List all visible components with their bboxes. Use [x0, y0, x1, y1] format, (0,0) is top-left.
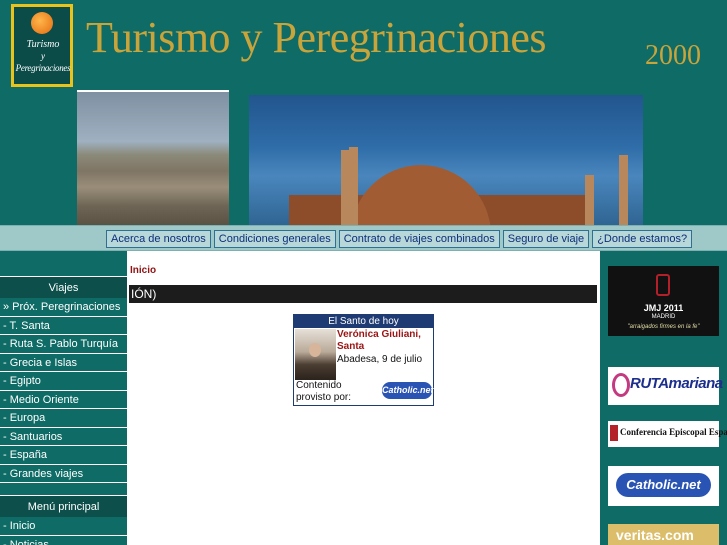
left-sidebar: Viajes » Próx. Peregrinaciones - T. Sant…	[0, 251, 127, 545]
santo-portrait	[295, 329, 336, 380]
logo-line-2: y	[41, 51, 45, 61]
jmj-title: JMJ 2011	[643, 303, 684, 313]
site-title: Turismo y Peregrinaciones	[86, 13, 547, 62]
nav-acerca-de-nosotros[interactable]: Acerca de nosotros	[106, 230, 211, 248]
mosque-dome	[351, 165, 491, 225]
logo-line-1: Turismo	[26, 39, 60, 50]
banner-photo-landscape	[77, 90, 229, 225]
conferencia-episcopal-banner[interactable]: Conferencia Episcopal Española	[608, 421, 727, 447]
sidebar-item-t-santa[interactable]: - T. Santa	[0, 317, 127, 335]
cee-text: Conferencia Episcopal Española	[620, 427, 727, 437]
sun-icon	[31, 12, 53, 34]
sidebar-item-noticias[interactable]: - Noticias	[0, 536, 127, 545]
minaret	[349, 147, 358, 225]
santo-subtitle: Abadesa, 9 de julio	[337, 354, 423, 365]
sidebar-item-santuarios[interactable]: - Santuarios	[0, 428, 127, 446]
site-header: Turismo y Peregrinaciones Turismo y Pere…	[0, 0, 727, 90]
nav-seguro-de-viaje[interactable]: Seguro de viaje	[502, 230, 590, 248]
site-logo[interactable]: Turismo y Peregrinaciones	[11, 4, 73, 87]
site-year: 2000	[645, 40, 701, 71]
sidebar-heading-viajes: Viajes	[0, 276, 127, 298]
top-navigation: Acerca de nosotros Condiciones generales…	[0, 225, 727, 251]
right-sidebar: JMJ 2011 MADRID "arraigados firmes en la…	[600, 251, 727, 545]
sidebar-item-europa[interactable]: - Europa	[0, 409, 127, 428]
minaret	[585, 175, 594, 225]
logo-line-3: Peregrinaciones	[15, 63, 71, 73]
nav-donde-estamos[interactable]: ¿Donde estamos?	[592, 230, 693, 248]
jmj-cross-icon	[656, 274, 670, 296]
sidebar-heading-menu: Menú principal	[0, 495, 127, 517]
jmj-2011-banner[interactable]: JMJ 2011 MADRID "arraigados firmes en la…	[608, 266, 719, 336]
sidebar-item-ruta-san-pablo[interactable]: - Ruta S. Pablo Turquía	[0, 335, 127, 354]
veritas-banner[interactable]: veritas.com	[608, 524, 719, 545]
minaret	[619, 155, 628, 225]
banner-top-band	[77, 90, 229, 92]
section-title-bar: IÓN)	[129, 285, 597, 303]
sidebar-item-espana[interactable]: - España	[0, 446, 127, 465]
breadcrumb[interactable]: Inicio	[130, 265, 156, 276]
sidebar-item-grandes-viajes[interactable]: - Grandes viajes	[0, 465, 127, 483]
jmj-motto: "arraigados firmes en la fe"	[627, 324, 700, 330]
catholic-net-logo[interactable]: Catholic.net	[382, 382, 434, 399]
veritas-text: veritas.com	[616, 527, 694, 543]
nav-contrato-viajes[interactable]: Contrato de viajes combinados	[338, 230, 500, 248]
cee-mark-icon	[610, 425, 618, 441]
banner-photo-mosque: 1 2 3 4	[249, 95, 643, 225]
nav-condiciones-generales[interactable]: Condiciones generales	[213, 230, 336, 248]
santo-provided-by: Contenido provisto por:	[296, 380, 352, 403]
ruta-swirl-icon	[612, 373, 630, 397]
main-content: Inicio IÓN) El Santo de hoy Verónica Giu…	[127, 251, 600, 545]
sidebar-item-grecia[interactable]: - Grecia e Islas	[0, 354, 127, 372]
santo-widget-title: El Santo de hoy	[294, 315, 433, 328]
santo-name-link[interactable]: Verónica Giuliani, Santa	[337, 329, 433, 353]
jmj-city: MADRID	[651, 314, 676, 320]
catholic-net-text: Catholic.net	[616, 473, 711, 497]
sidebar-item-egipto[interactable]: - Egipto	[0, 372, 127, 391]
sidebar-item-inicio[interactable]: - Inicio	[0, 517, 127, 536]
ruta-mariana-text: RUTAmariana	[630, 375, 723, 392]
santo-de-hoy-widget: El Santo de hoy Verónica Giuliani, Santa…	[293, 314, 434, 406]
catholic-net-banner[interactable]: Catholic.net	[608, 466, 719, 506]
banner-slideshow: 1 2 3 4	[77, 90, 643, 225]
ruta-mariana-banner[interactable]: RUTAmariana	[608, 367, 723, 405]
sidebar-item-medio-oriente[interactable]: - Medio Oriente	[0, 391, 127, 409]
portrait-face	[309, 343, 321, 357]
sidebar-item-prox-peregrinaciones[interactable]: » Próx. Peregrinaciones	[0, 298, 127, 317]
